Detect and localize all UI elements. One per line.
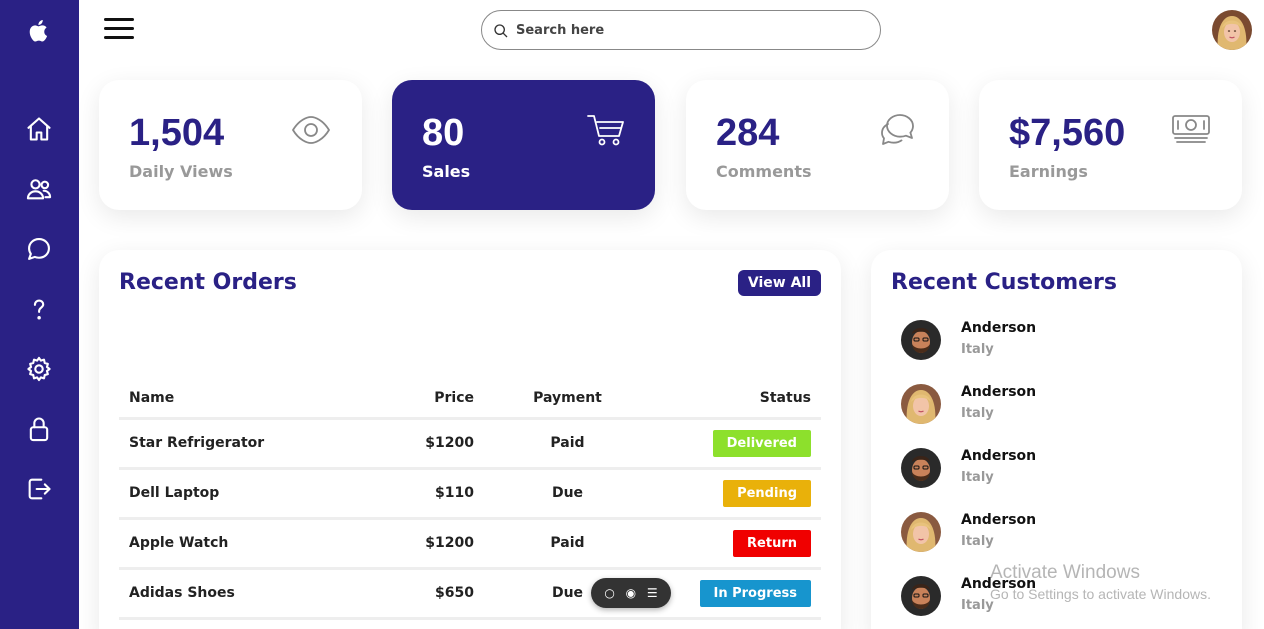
customer-name: Anderson (961, 320, 1037, 336)
capture-icon[interactable]: ◉ (626, 586, 636, 600)
header-price: Price (369, 380, 484, 420)
customer-avatar (901, 320, 941, 360)
order-payment: Paid (484, 418, 651, 470)
topbar (79, 0, 1264, 62)
header-name: Name (119, 380, 369, 420)
recent-orders-panel: Recent Orders View All Name Price Paymen… (99, 250, 841, 629)
home-icon[interactable] (24, 114, 54, 144)
table-row[interactable]: Dell Laptop $110 Due Pending (119, 468, 821, 520)
sidebar (0, 0, 79, 629)
card-label: Comments (716, 162, 812, 181)
people-icon[interactable] (24, 174, 54, 204)
order-name: Apple Watch (119, 518, 369, 570)
status-badge: Pending (723, 479, 811, 507)
card-number: 284 (716, 112, 780, 154)
order-price: $1200 (369, 418, 484, 470)
table-row[interactable]: Apple Watch $1200 Paid Return (119, 518, 821, 570)
table-row[interactable]: Adidas Shoes $650 Due In Progress (119, 568, 821, 620)
card-comments[interactable]: 284 Comments (686, 80, 949, 210)
cash-icon (1171, 112, 1211, 148)
customer-avatar (901, 448, 941, 488)
customer-country: Italy (961, 406, 994, 421)
card-sales[interactable]: 80 Sales (392, 80, 655, 210)
table-row[interactable]: Star Refrigerator $1200 Paid Delivered (119, 418, 821, 470)
header-payment: Payment (484, 380, 651, 420)
customer-country: Italy (961, 534, 994, 549)
activate-windows-watermark: Activate Windows Go to Settings to activ… (990, 562, 1211, 602)
order-name: Dell Laptop (119, 468, 369, 520)
status-badge: Delivered (712, 429, 811, 457)
apple-icon[interactable] (24, 16, 54, 46)
sign-out-icon[interactable] (24, 474, 54, 504)
order-name: Star Refrigerator (119, 418, 369, 470)
watermark-subtitle: Go to Settings to activate Windows. (990, 586, 1211, 602)
chat-icon[interactable] (24, 234, 54, 264)
view-all-button[interactable]: View All (737, 270, 821, 296)
card-number: 1,504 (129, 112, 225, 154)
card-earnings[interactable]: $7,560 Earnings (979, 80, 1242, 210)
customer-country: Italy (961, 470, 994, 485)
customer-avatar (901, 576, 941, 616)
order-price: $110 (369, 468, 484, 520)
help-icon[interactable] (24, 294, 54, 324)
lock-icon[interactable] (24, 414, 54, 444)
customer-name: Anderson (961, 512, 1037, 528)
status-badge: In Progress (699, 579, 811, 607)
customer-avatar (901, 384, 941, 424)
order-payment: Paid (484, 518, 651, 570)
search-input[interactable] (516, 22, 856, 38)
card-daily-views[interactable]: 1,504 Daily Views (99, 80, 362, 210)
customer-country: Italy (961, 342, 994, 357)
customer-name: Anderson (961, 448, 1037, 464)
comment-icon[interactable]: ○ (604, 586, 614, 600)
list-icon[interactable]: ☰ (647, 586, 658, 600)
customer-country: Italy (961, 598, 994, 613)
customer-item[interactable]: Anderson Italy (901, 448, 1221, 498)
cart-icon (586, 112, 626, 148)
eye-icon (291, 112, 331, 148)
order-price: $1200 (369, 518, 484, 570)
search-box (481, 10, 881, 50)
settings-icon[interactable] (24, 354, 54, 384)
status-badge: Return (733, 529, 811, 557)
comments-icon (878, 112, 918, 148)
customer-avatar (901, 512, 941, 552)
user-avatar[interactable] (1212, 10, 1252, 50)
order-name: Adidas Shoes (119, 568, 369, 620)
order-payment: Due (484, 468, 651, 520)
recent-orders-title: Recent Orders (119, 270, 297, 295)
table-header-row: Name Price Payment Status (119, 380, 821, 420)
card-label: Sales (422, 162, 471, 181)
customer-item[interactable]: Anderson Italy (901, 512, 1221, 562)
search-icon (494, 24, 508, 38)
watermark-title: Activate Windows (990, 562, 1140, 583)
customer-name: Anderson (961, 384, 1037, 400)
recent-customers-title: Recent Customers (891, 270, 1117, 295)
header-status: Status (651, 380, 821, 420)
orders-table: Name Price Payment Status Star Refrigera… (119, 380, 821, 620)
card-label: Daily Views (129, 162, 233, 181)
card-number: $7,560 (1009, 112, 1126, 154)
customer-item[interactable]: Anderson Italy (901, 320, 1221, 370)
card-number: 80 (422, 112, 465, 154)
floating-toolbar: ○ ◉ ☰ (591, 578, 671, 608)
customer-item[interactable]: Anderson Italy (901, 384, 1221, 434)
order-price: $650 (369, 568, 484, 620)
menu-toggle-icon[interactable] (104, 18, 136, 42)
card-label: Earnings (1009, 162, 1088, 181)
